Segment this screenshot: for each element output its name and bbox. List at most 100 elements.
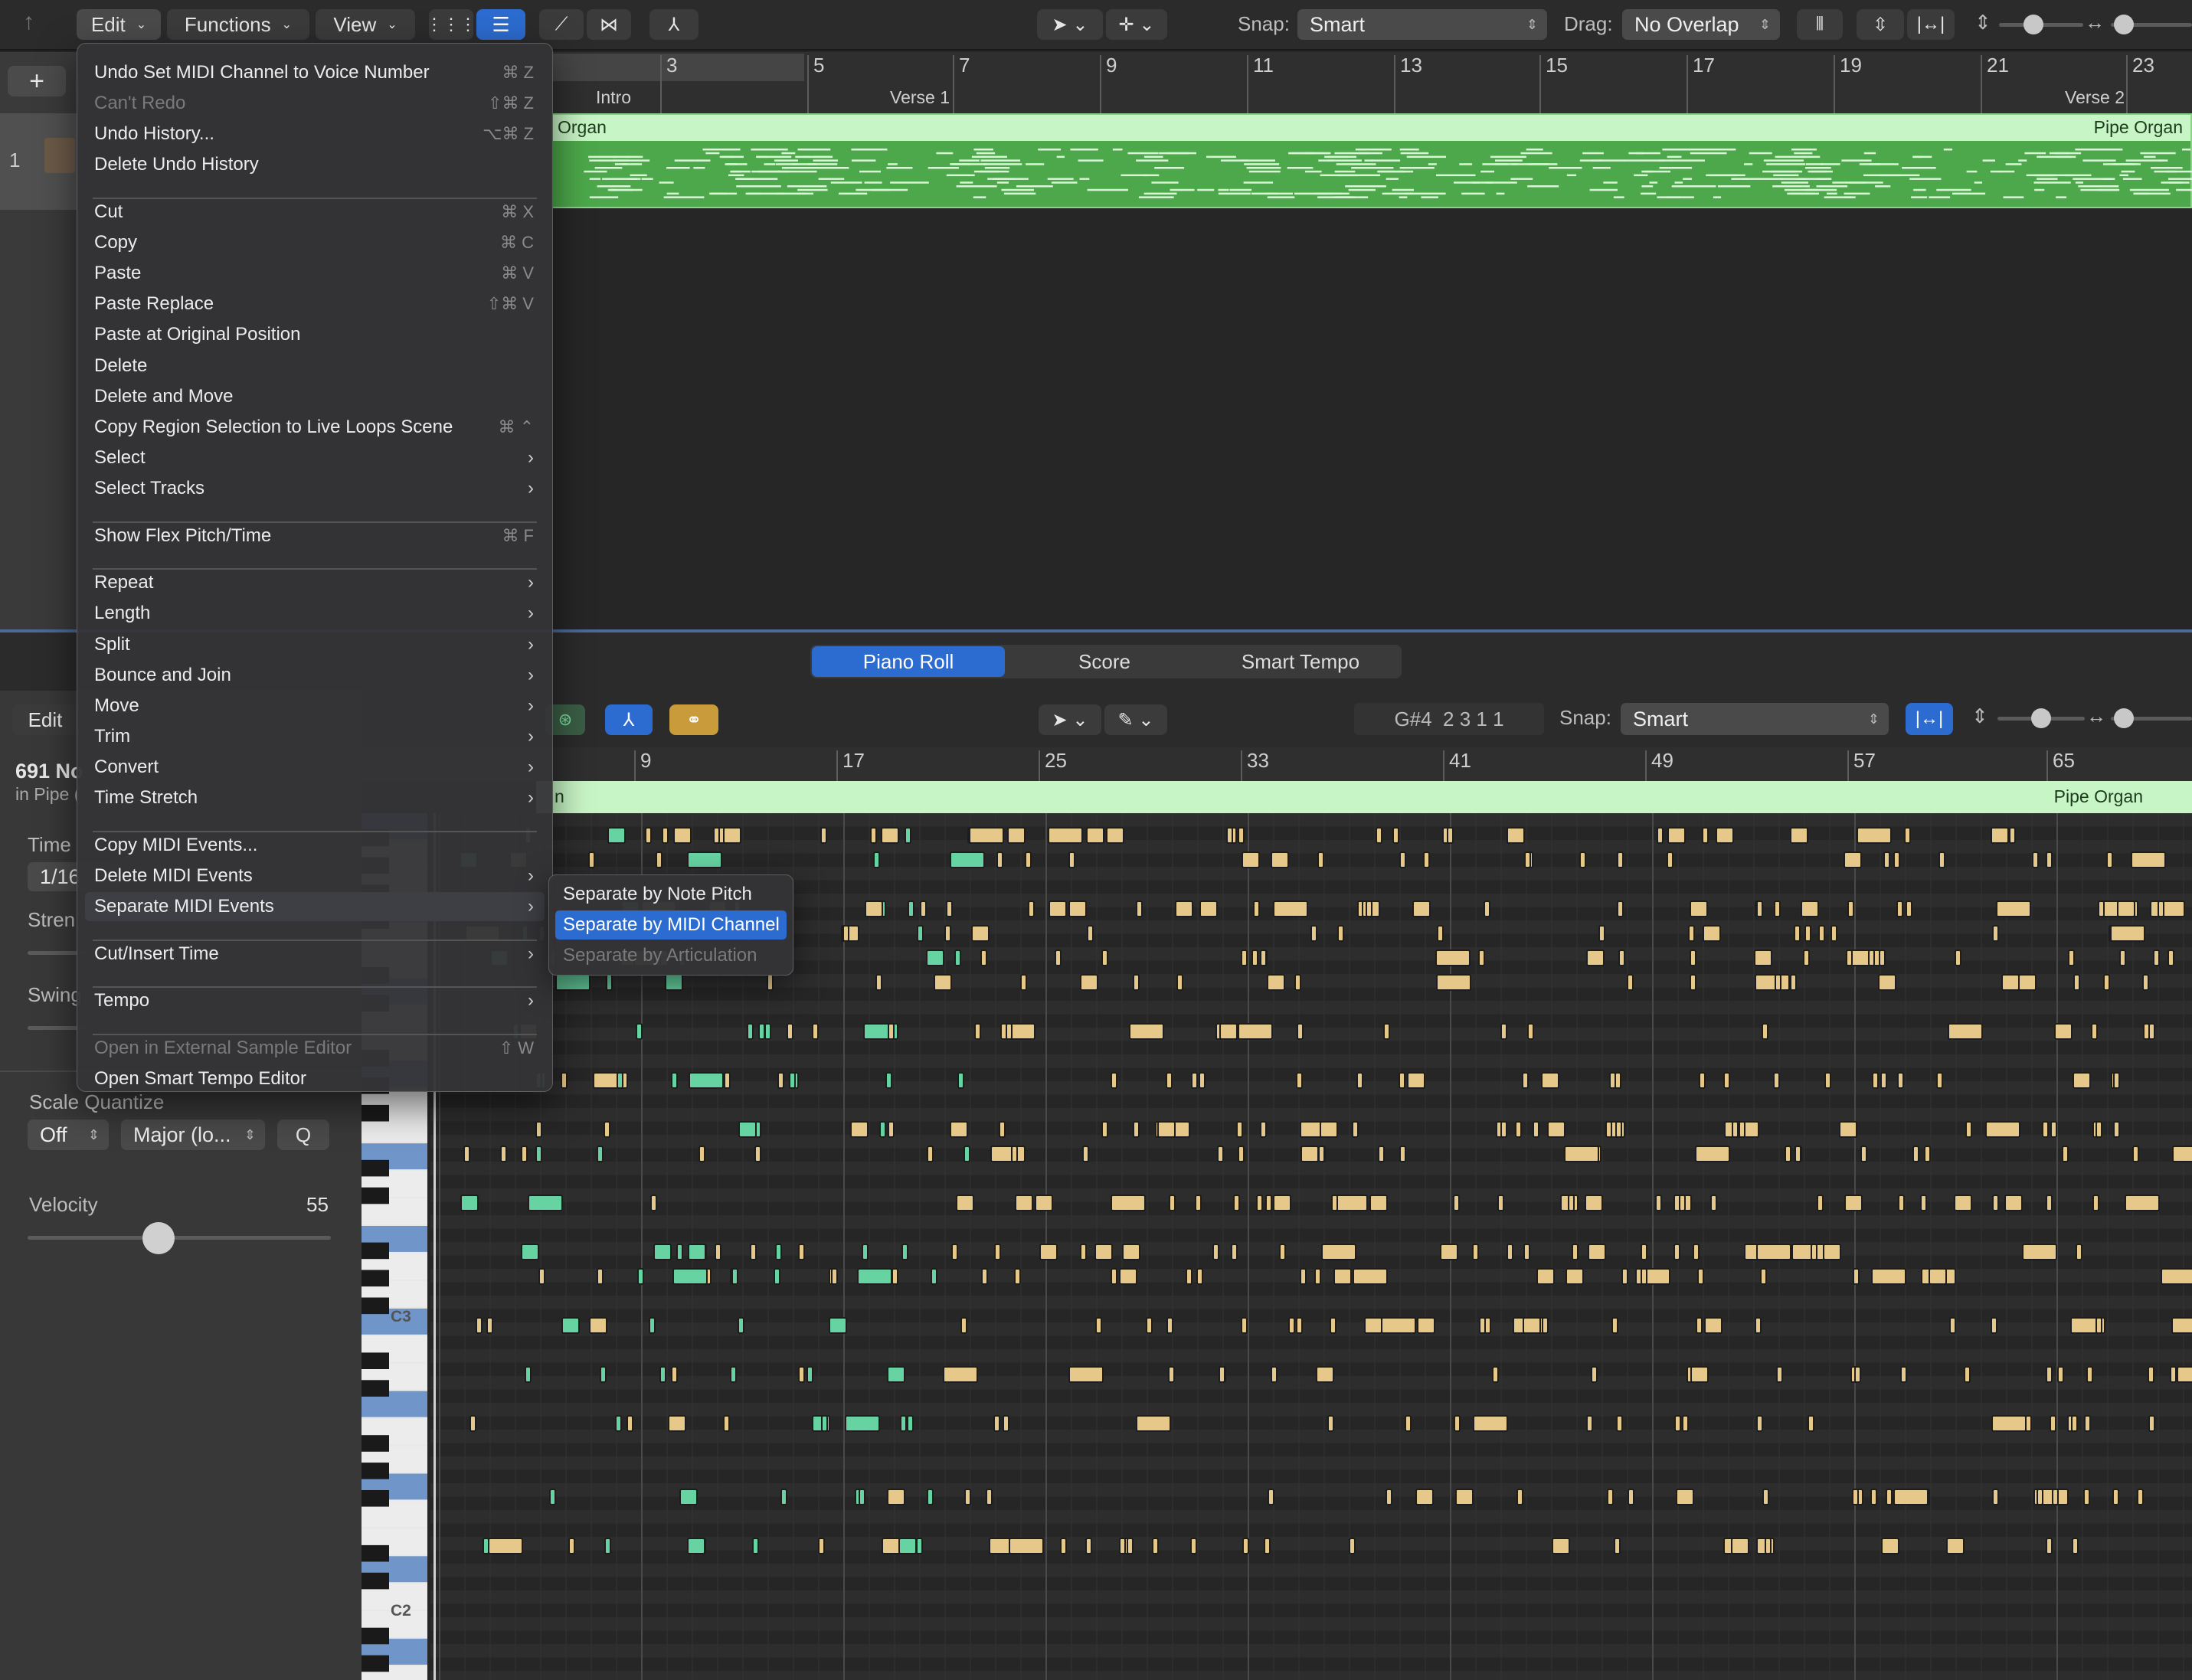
midi-note[interactable] [898, 1538, 917, 1554]
midi-note[interactable] [1455, 1489, 1474, 1505]
midi-note[interactable] [1297, 1023, 1304, 1040]
midi-note[interactable] [1565, 1268, 1584, 1285]
midi-note[interactable] [1009, 1538, 1044, 1554]
midi-note[interactable] [1333, 1268, 1352, 1285]
midi-note[interactable] [964, 1489, 971, 1505]
midi-note[interactable] [1191, 1072, 1198, 1089]
midi-note[interactable] [2171, 1317, 2192, 1334]
midi-note[interactable] [1854, 1366, 1861, 1383]
midi-note[interactable] [2153, 949, 2160, 966]
midi-note[interactable] [990, 1146, 1026, 1162]
midi-note[interactable] [1199, 900, 1218, 917]
midi-note[interactable] [555, 974, 591, 991]
tab-smart-tempo[interactable]: Smart Tempo [1204, 646, 1397, 677]
midi-note[interactable] [1857, 827, 1892, 844]
midi-note[interactable] [1415, 1489, 1434, 1505]
midi-note[interactable] [1588, 1244, 1606, 1260]
midi-note[interactable] [1690, 974, 1696, 991]
midi-note[interactable] [1122, 1244, 1140, 1260]
midi-note[interactable] [1376, 827, 1382, 844]
midi-note[interactable] [1136, 1415, 1171, 1432]
midi-note[interactable] [777, 1072, 784, 1089]
midi-note[interactable] [1547, 1121, 1565, 1138]
midi-note[interactable] [1166, 1072, 1173, 1089]
midi-note[interactable] [2119, 949, 2126, 966]
midi-note[interactable] [1296, 1072, 1303, 1089]
midi-note[interactable] [980, 949, 987, 966]
midi-note[interactable] [1136, 900, 1143, 917]
midi-note[interactable] [1695, 1146, 1730, 1162]
midi-note[interactable] [2125, 1195, 2160, 1211]
midi-note[interactable] [486, 1317, 493, 1334]
midi-note[interactable] [568, 1538, 575, 1554]
midi-note[interactable] [1880, 1072, 1887, 1089]
midi-note[interactable] [798, 1366, 805, 1383]
midi-note[interactable] [1818, 925, 1825, 942]
midi-note[interactable] [1176, 974, 1183, 991]
midi-note[interactable] [865, 900, 883, 917]
midi-note[interactable] [1256, 1195, 1263, 1211]
midi-note[interactable] [2084, 1415, 2091, 1432]
menu-item[interactable]: Bounce and Join › [85, 661, 545, 690]
midi-note[interactable] [1667, 827, 1686, 844]
menu-item[interactable]: Cut/Insert Time › [85, 940, 545, 969]
midi-note[interactable] [1655, 1195, 1662, 1211]
midi-note[interactable] [463, 1146, 470, 1162]
midi-note[interactable] [1794, 925, 1801, 942]
midi-note[interactable] [1300, 1146, 1319, 1162]
midi-note[interactable] [549, 1489, 556, 1505]
midi-note[interactable] [1195, 1195, 1202, 1211]
midi-note[interactable] [1006, 1023, 1013, 1040]
midi-note[interactable] [1893, 1489, 1929, 1505]
midi-note[interactable] [1991, 827, 2009, 844]
midi-note[interactable] [1399, 1072, 1405, 1089]
midi-note[interactable] [1716, 827, 1734, 844]
midi-note[interactable] [1523, 1317, 1541, 1334]
midi-note[interactable] [676, 1244, 683, 1260]
grid-view-button[interactable]: ⋮⋮⋮ [426, 9, 476, 40]
midi-note[interactable] [1697, 1268, 1704, 1285]
midi-note[interactable] [1773, 1072, 1780, 1089]
midi-note[interactable] [535, 1121, 542, 1138]
midi-note[interactable] [887, 1489, 905, 1505]
midi-note[interactable] [1068, 851, 1075, 868]
menu-item[interactable]: Length › [85, 599, 545, 628]
midi-note[interactable] [1440, 1244, 1458, 1260]
midi-note[interactable] [1881, 1538, 1899, 1554]
midi-note[interactable] [607, 827, 626, 844]
link-button[interactable]: ⚭ [669, 704, 718, 735]
midi-note[interactable] [1586, 949, 1605, 966]
midi-note[interactable] [2001, 974, 2020, 991]
midi-note[interactable] [1611, 1317, 1618, 1334]
midi-note[interactable] [1217, 1146, 1224, 1162]
midi-note[interactable] [672, 1268, 708, 1285]
midi-note[interactable] [2158, 900, 2164, 917]
midi-note[interactable] [723, 1415, 730, 1432]
midi-note[interactable] [1364, 1317, 1382, 1334]
midi-note[interactable] [1893, 851, 1900, 868]
drag-select[interactable]: No Overlap ⇕ [1622, 9, 1780, 40]
midi-note[interactable] [1679, 1195, 1686, 1211]
midi-note[interactable] [2172, 1146, 2192, 1162]
midi-note[interactable] [1219, 1023, 1238, 1040]
midi-note[interactable] [1847, 900, 1854, 917]
midi-note[interactable] [1801, 900, 1819, 917]
menu-item[interactable]: Delete Undo History [85, 150, 545, 179]
midi-note[interactable] [2083, 1489, 2090, 1505]
midi-note[interactable] [525, 1366, 532, 1383]
midi-note[interactable] [1212, 1244, 1219, 1260]
midi-note[interactable] [597, 1268, 604, 1285]
midi-note[interactable] [1616, 1415, 1623, 1432]
menu-item[interactable]: Select Tracks › [85, 474, 545, 503]
midi-note[interactable] [900, 1415, 907, 1432]
midi-note[interactable] [2095, 1121, 2102, 1138]
midi-note[interactable] [875, 974, 882, 991]
midi-note[interactable] [1447, 827, 1454, 844]
midi-note[interactable] [1524, 851, 1531, 868]
midi-note[interactable] [2095, 1317, 2102, 1334]
midi-note[interactable] [1199, 1072, 1206, 1089]
midi-note[interactable] [1300, 1268, 1307, 1285]
midi-note[interactable] [1883, 851, 1890, 868]
midi-note[interactable] [2042, 1121, 2049, 1138]
midi-note[interactable] [1924, 1146, 1931, 1162]
